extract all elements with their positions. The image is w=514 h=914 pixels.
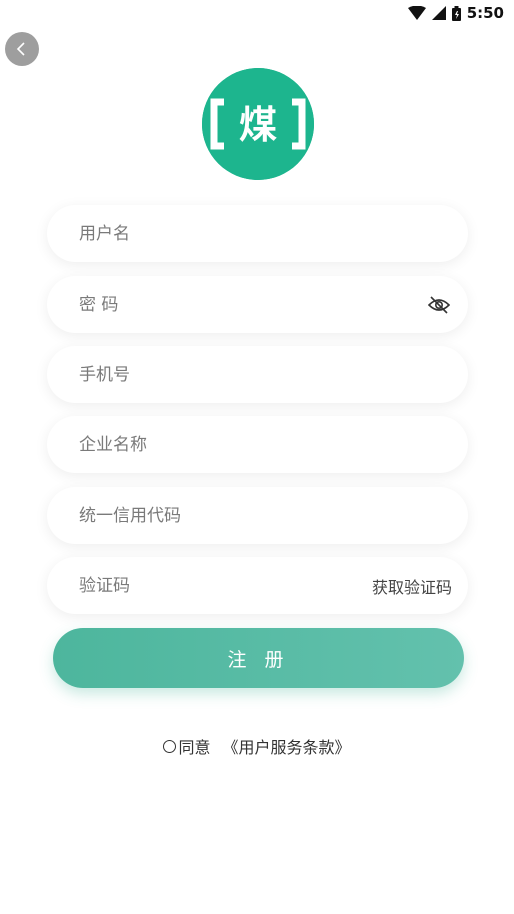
terms-link[interactable]: 《用户服务条款》 (223, 734, 351, 758)
username-field[interactable] (47, 204, 468, 263)
toggle-password-button[interactable] (426, 292, 452, 318)
get-code-button[interactable]: 获取验证码 (372, 574, 452, 598)
credit-code-input[interactable] (77, 486, 452, 545)
password-field[interactable] (47, 275, 468, 334)
logo-mark: 煤 (202, 68, 314, 180)
back-button[interactable] (5, 32, 39, 66)
chevron-left-icon (16, 42, 25, 56)
credit-code-field[interactable] (47, 486, 468, 545)
status-bar: 5:50 (0, 0, 514, 28)
status-icons: 5:50 (407, 4, 504, 22)
agree-radio[interactable] (163, 739, 177, 753)
verify-code-field[interactable]: 获取验证码 (47, 556, 468, 615)
register-button[interactable]: 注 册 (53, 628, 464, 688)
status-time: 5:50 (466, 4, 504, 22)
wifi-icon (407, 6, 426, 20)
logo-char: 煤 (239, 103, 277, 147)
verify-code-input[interactable] (77, 556, 372, 615)
password-input[interactable] (77, 275, 426, 334)
battery-icon (451, 5, 461, 21)
phone-input[interactable] (77, 345, 452, 404)
agree-text: 同意 (178, 738, 211, 757)
agreement-row: 同意 《用户服务条款》 (0, 734, 514, 758)
signal-icon (431, 6, 446, 20)
company-input[interactable] (77, 415, 452, 474)
app-logo: 煤 (202, 68, 314, 180)
phone-field[interactable] (47, 345, 468, 404)
eye-off-icon (428, 295, 450, 314)
username-input[interactable] (77, 204, 452, 263)
company-field[interactable] (47, 415, 468, 474)
